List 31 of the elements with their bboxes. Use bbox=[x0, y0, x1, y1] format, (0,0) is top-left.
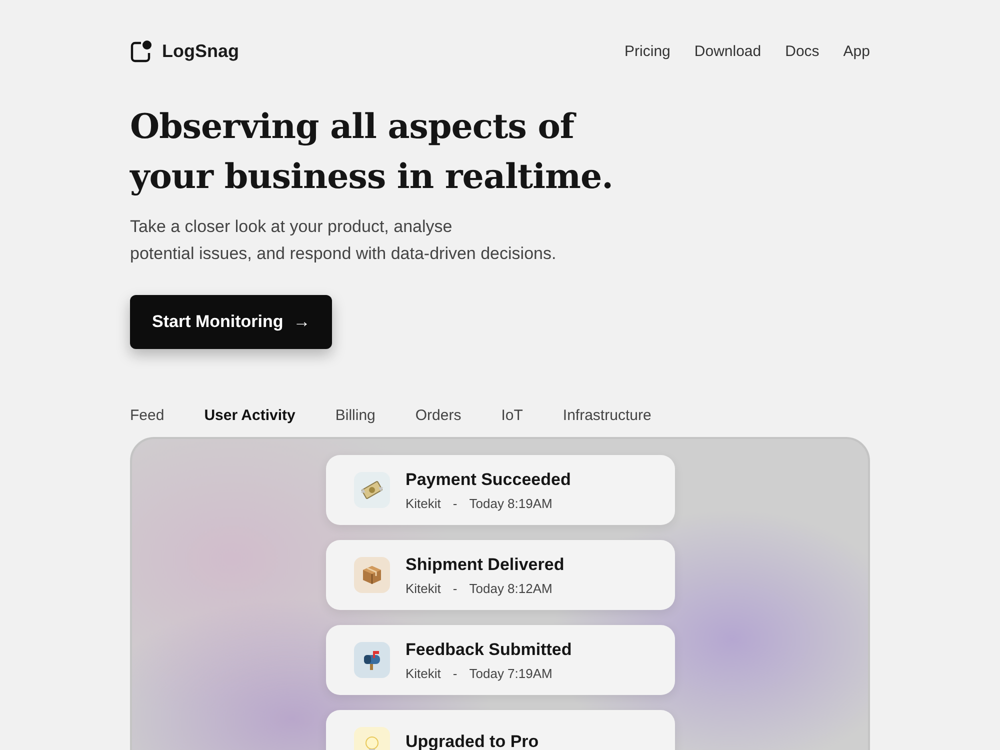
arrow-icon: → bbox=[293, 312, 310, 332]
nav-link[interactable]: App bbox=[843, 42, 870, 60]
subtitle: Take a closer look at your product, analyse bbox=[130, 216, 452, 238]
subtitle: potential issues, and respond with data-driven decisions. bbox=[130, 243, 556, 265]
event-title: Feedback Submitted bbox=[406, 640, 572, 660]
event-title: Shipment Delivered bbox=[406, 554, 564, 574]
tab[interactable]: IoT bbox=[501, 406, 523, 424]
tab[interactable]: Orders bbox=[415, 406, 462, 424]
tab[interactable]: User Activity bbox=[204, 406, 296, 424]
headline: Observing all aspects of bbox=[130, 106, 574, 149]
headline: your business in realtime. bbox=[130, 156, 613, 199]
nav-link[interactable]: Docs bbox=[785, 42, 820, 60]
logo-icon bbox=[130, 40, 153, 62]
brand-name: LogSnag bbox=[162, 40, 239, 62]
separator: - bbox=[452, 666, 458, 680]
event-project: Kitekit bbox=[406, 666, 441, 680]
start-monitoring-button[interactable]: Start Monitoring → bbox=[130, 295, 332, 349]
event-time: Today 8:12AM bbox=[469, 580, 552, 596]
nav-link[interactable]: Download bbox=[694, 42, 762, 60]
separator: - bbox=[452, 496, 458, 510]
event-project: Kitekit bbox=[406, 496, 441, 510]
separator: - bbox=[452, 580, 458, 596]
event-title: Payment Succeeded bbox=[406, 470, 571, 490]
event-time: Today 8:19AM bbox=[469, 496, 552, 510]
event-time: Today 7:19AM bbox=[469, 666, 552, 680]
tab[interactable]: Feed bbox=[130, 406, 164, 424]
tab[interactable]: Billing bbox=[335, 406, 376, 424]
tab[interactable]: Infrastructure bbox=[562, 406, 652, 424]
nav-link[interactable]: Pricing bbox=[624, 42, 670, 60]
event-project: Kitekit bbox=[406, 580, 441, 596]
package-icon bbox=[360, 564, 382, 586]
